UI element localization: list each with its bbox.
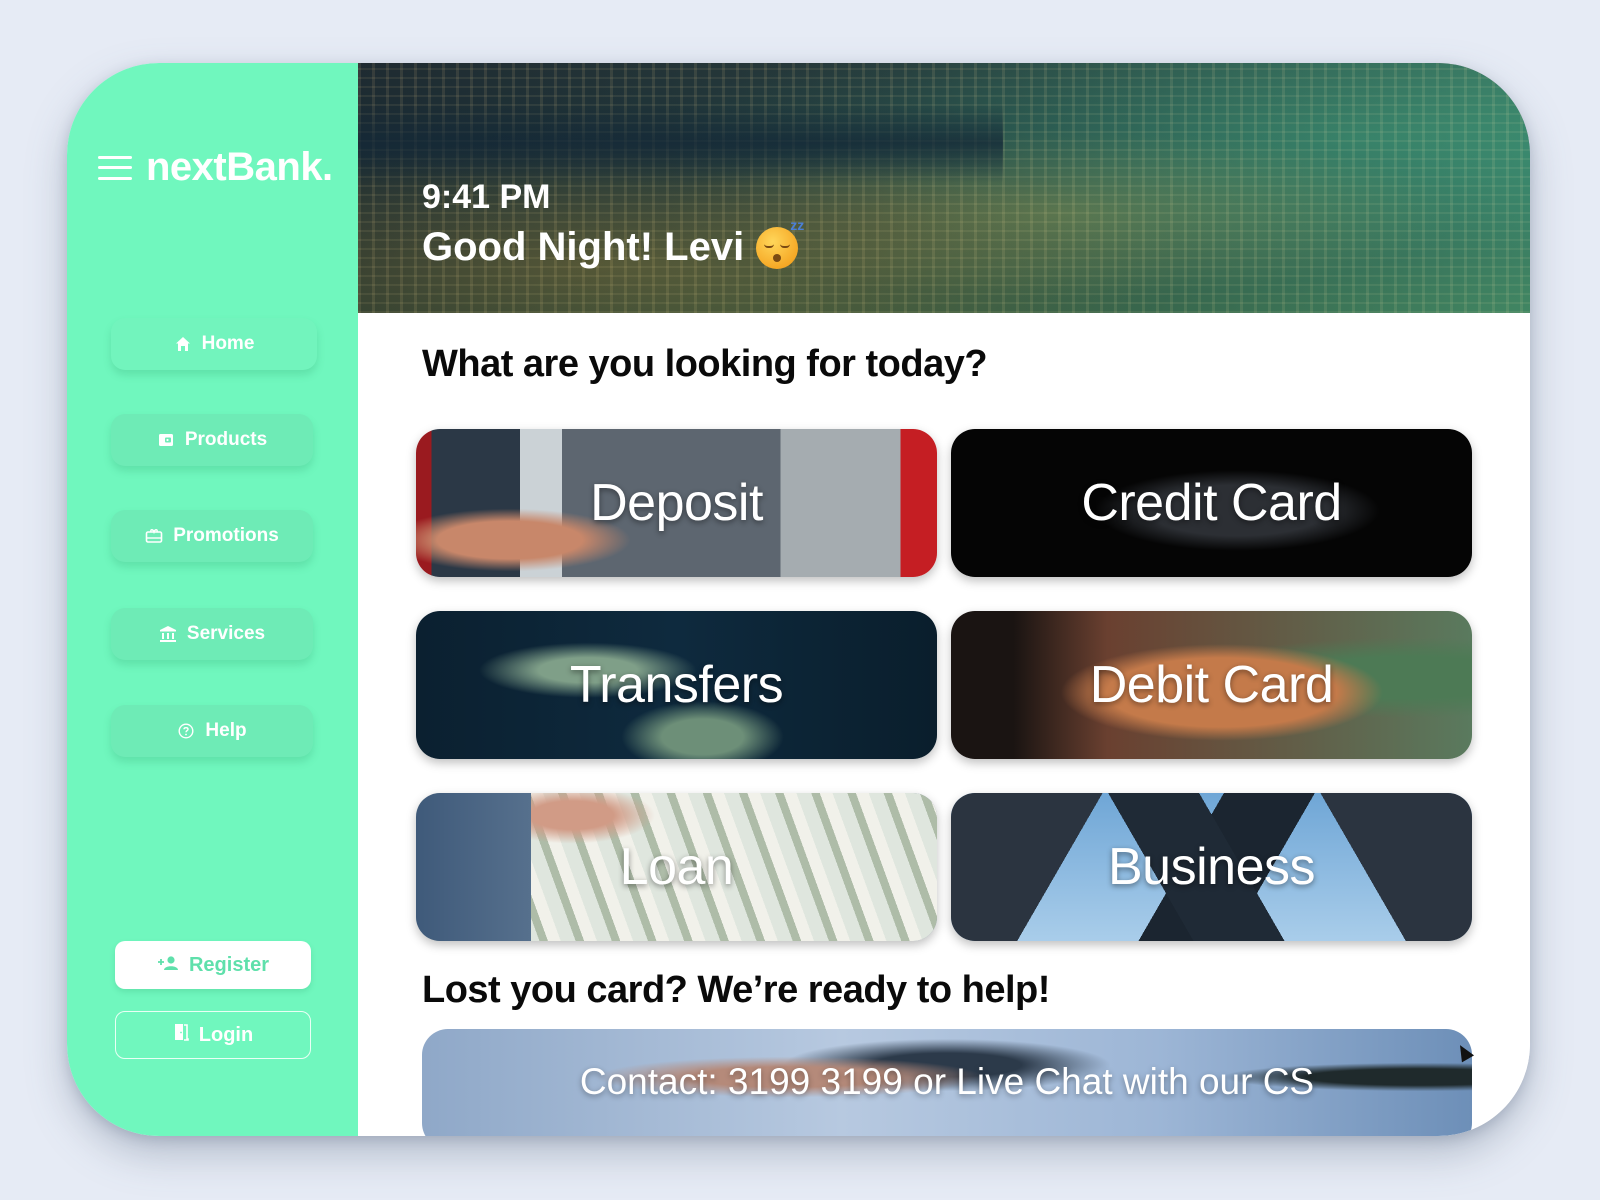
app-window: nextBank. Home Products Promotions Servi… [67, 63, 1530, 1136]
tile-label: Loan [619, 838, 734, 896]
door-icon [173, 1023, 189, 1047]
bank-icon [159, 625, 177, 643]
hamburger-menu-icon[interactable] [98, 155, 132, 180]
main-content: 9:41 PM Good Night! Levi zz What are you… [358, 63, 1530, 1136]
sidebar-item-label: Products [184, 429, 268, 450]
sleeping-face-emoji-icon: zz [756, 217, 804, 269]
contact-label: Contact: 3199 3199 or Live Chat with our… [579, 1061, 1315, 1102]
tile-label: Deposit [590, 474, 763, 532]
register-button[interactable]: Register [115, 941, 311, 989]
tile-label: Debit Card [1089, 656, 1334, 714]
sidebar-item-help[interactable]: Help [111, 705, 313, 757]
tile-transfers[interactable]: Transfers [416, 611, 937, 759]
brand-logo: nextBank. [146, 145, 333, 189]
tile-debit-card[interactable]: Debit Card [951, 611, 1472, 759]
zz-text: zz [790, 216, 805, 233]
tile-credit-card[interactable]: Credit Card [951, 429, 1472, 577]
person-add-icon [157, 954, 179, 977]
sidebar-item-label: Help [205, 720, 247, 741]
sidebar-item-products[interactable]: Products [111, 414, 313, 466]
sidebar-item-label: Promotions [173, 525, 279, 546]
sidebar: nextBank. Home Products Promotions Servi… [67, 63, 358, 1136]
tile-label: Credit Card [1081, 474, 1342, 532]
tile-deposit[interactable]: Deposit [416, 429, 937, 577]
hero-banner: 9:41 PM Good Night! Levi zz [358, 63, 1530, 313]
wallet-icon [157, 431, 175, 449]
sidebar-item-home[interactable]: Home [111, 318, 317, 370]
section-title: What are you looking for today? [422, 343, 988, 385]
tile-label: Transfers [569, 656, 784, 714]
bay-overlay [358, 103, 1003, 183]
tile-loan[interactable]: Loan [416, 793, 937, 941]
home-icon [174, 335, 192, 353]
tile-business[interactable]: Business [951, 793, 1472, 941]
login-label: Login [198, 1023, 254, 1046]
sidebar-item-label: Services [186, 623, 266, 644]
brand-header: nextBank. [98, 145, 333, 190]
help-section-title: Lost you card? We’re ready to help! [422, 969, 1050, 1011]
register-label: Register [188, 953, 270, 976]
gift-card-icon [145, 527, 163, 545]
login-button[interactable]: Login [115, 1011, 311, 1059]
greeting-text: Good Night! Levi [422, 225, 745, 269]
current-time: 9:41 PM [422, 178, 551, 216]
sidebar-item-services[interactable]: Services [111, 608, 313, 660]
contact-banner[interactable]: Contact: 3199 3199 or Live Chat with our… [422, 1029, 1472, 1136]
greeting: Good Night! Levi zz [422, 217, 804, 270]
help-circle-icon [177, 722, 195, 740]
tile-label: Business [1108, 838, 1316, 896]
sidebar-item-promotions[interactable]: Promotions [111, 510, 313, 562]
sidebar-item-label: Home [201, 333, 255, 354]
